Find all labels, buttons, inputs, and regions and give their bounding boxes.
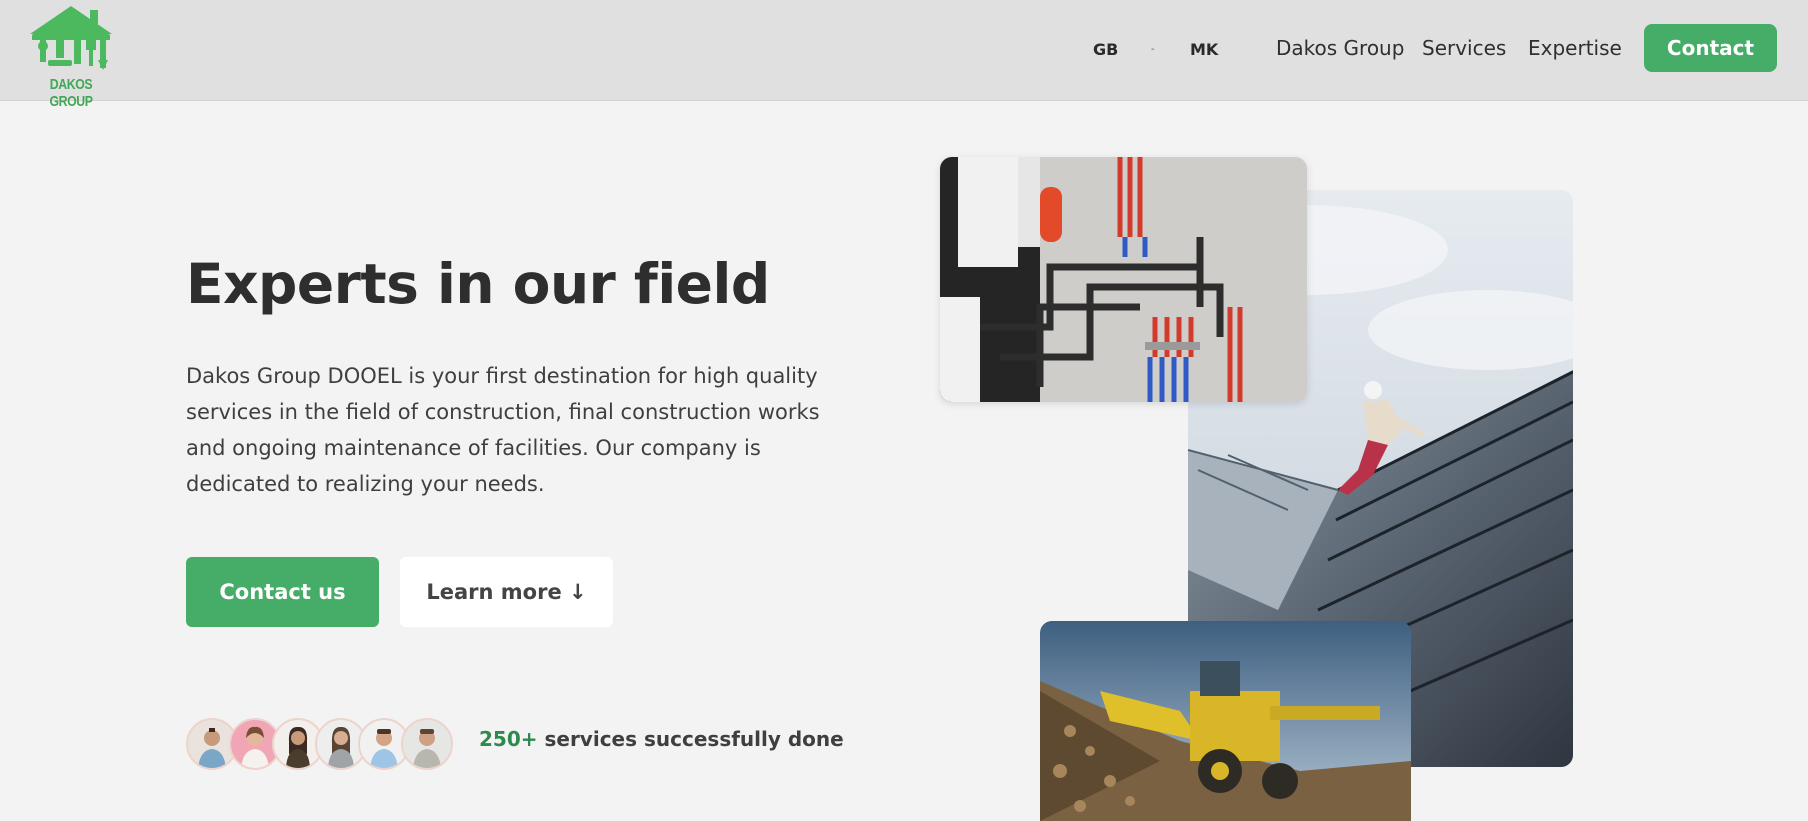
nav-expertise[interactable]: Expertise bbox=[1528, 36, 1622, 60]
harvester-image bbox=[1040, 621, 1411, 821]
hero-description: Dakos Group DOOEL is your first destinat… bbox=[186, 364, 820, 496]
learn-more-button[interactable]: Learn more ↓ bbox=[400, 557, 613, 627]
contact-us-button[interactable]: Contact us bbox=[186, 557, 379, 627]
nav-dakos-group[interactable]: Dakos Group bbox=[1276, 36, 1404, 60]
lang-separator: - bbox=[1151, 44, 1155, 55]
house-tools-logo-icon bbox=[30, 6, 112, 70]
stats-number: 250+ bbox=[479, 727, 538, 751]
logo-text: DAKOS GROUP bbox=[49, 76, 93, 110]
customer-avatars bbox=[186, 718, 461, 770]
nav-contact-button[interactable]: Contact bbox=[1644, 24, 1777, 72]
site-header: DAKOS GROUP GB - MK Dakos Group Services… bbox=[0, 0, 1808, 110]
lang-gb[interactable]: GB bbox=[1093, 40, 1118, 59]
avatar bbox=[401, 718, 453, 770]
services-stats: 250+ services successfully done bbox=[479, 727, 844, 751]
plumbing-image bbox=[940, 157, 1307, 402]
nav-services[interactable]: Services bbox=[1422, 36, 1506, 60]
stats-text: services successfully done bbox=[537, 727, 844, 751]
dakos-logo[interactable]: DAKOS GROUP bbox=[26, 4, 116, 110]
lang-mk[interactable]: MK bbox=[1190, 40, 1218, 59]
hero-title: Experts in our field bbox=[186, 252, 770, 316]
